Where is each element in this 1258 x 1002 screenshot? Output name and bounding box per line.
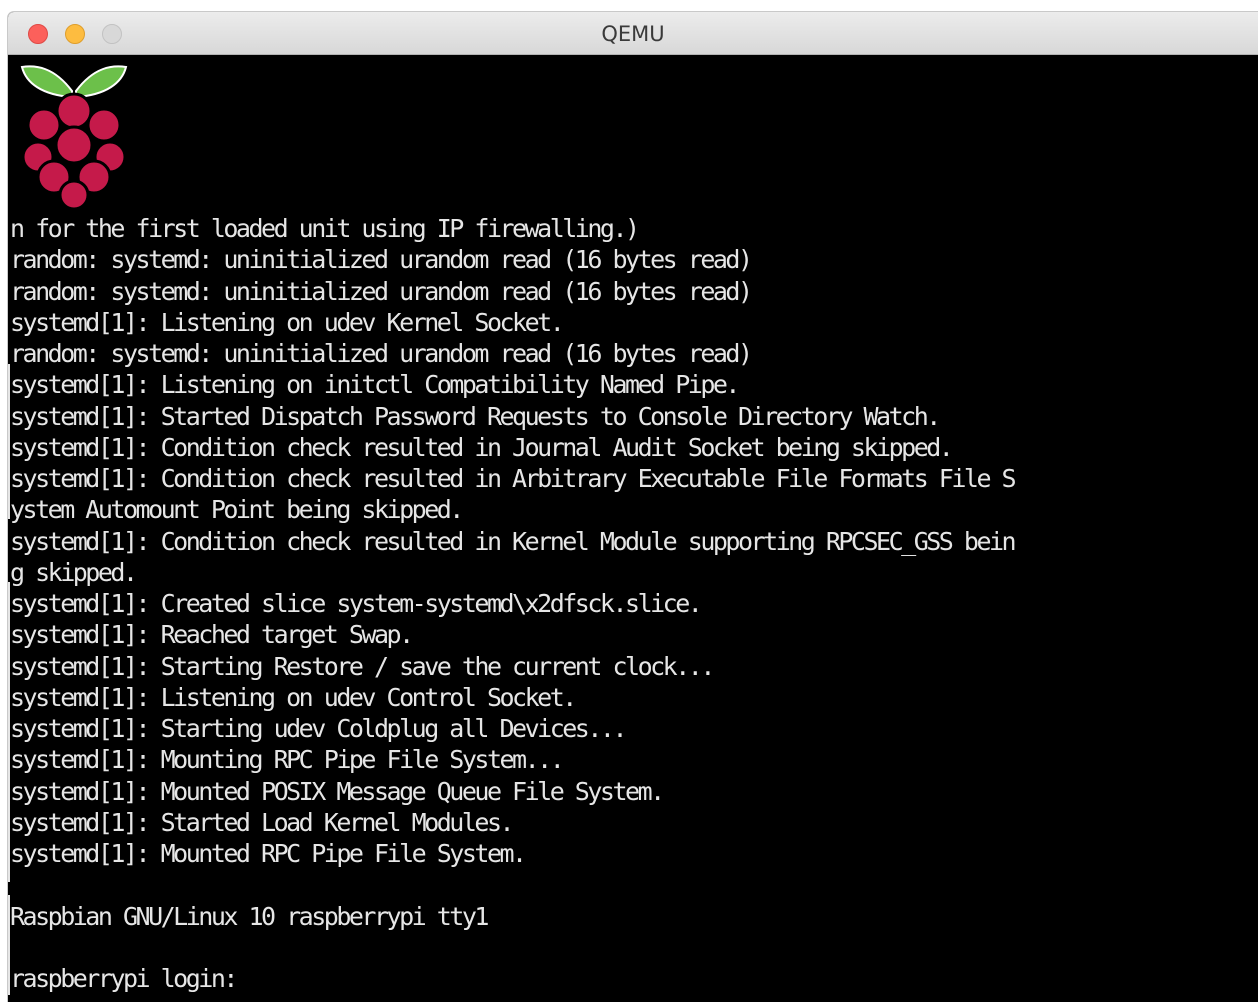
console-line: systemd[1]: Started Dispatch Password Re…: [10, 401, 941, 431]
console-line: systemd[1]: Created slice system-systemd…: [10, 589, 703, 618]
console-line: systemd[1]: Condition check resulted in …: [10, 464, 1017, 493]
console-line: systemd[1]: Listening on udev Kernel Soc…: [10, 307, 565, 337]
terminal-screen[interactable]: n for the first loaded unit using IP fir…: [8, 55, 1258, 1002]
console-line: random: systemd: uninitialized urandom r…: [10, 245, 753, 275]
qemu-window: QEMU n for the first loaded unit using I…: [8, 12, 1258, 1002]
console-line: systemd[1]: Listening on initctl Compati…: [10, 370, 740, 400]
raspberry-pi-logo: [20, 65, 128, 209]
console-line: ystem Automount Point being skipped.: [10, 495, 464, 525]
console-output: n for the first loaded unit using IP fir…: [10, 213, 1017, 994]
console-line: systemd[1]: Starting Restore / save the …: [10, 651, 715, 681]
console-line: random: systemd: uninitialized urandom r…: [10, 276, 753, 306]
console-line: systemd[1]: Mounting RPC Pipe File Syste…: [10, 745, 565, 775]
console-line: g skipped.: [10, 557, 138, 587]
title-bar[interactable]: QEMU: [8, 12, 1258, 55]
console-line: systemd[1]: Listening on udev Control So…: [10, 682, 577, 712]
left-edge-marker: [8, 582, 10, 882]
console-line: Raspbian GNU/Linux 10 raspberrypi tty1: [10, 901, 489, 931]
raspberry-leaf-right: [75, 65, 128, 99]
left-edge-marker: [8, 895, 10, 995]
login-prompt[interactable]: raspberrypi login:: [10, 963, 1014, 994]
console-line: systemd[1]: Reached target Swap.: [10, 620, 414, 650]
console-line: systemd[1]: Mounted POSIX Message Queue …: [10, 776, 665, 806]
left-edge-marker: [8, 364, 10, 519]
console-line: systemd[1]: Mounted RPC Pipe File System…: [10, 839, 527, 868]
console-line: systemd[1]: Condition check resulted in …: [10, 432, 954, 462]
console-line: systemd[1]: Starting udev Coldplug all D…: [10, 714, 628, 743]
raspberry-leaf-left: [20, 65, 73, 99]
console-line: systemd[1]: Started Load Kernel Modules.: [10, 807, 515, 837]
console-line: random: systemd: uninitialized urandom r…: [10, 339, 753, 368]
console-line: systemd[1]: Condition check resulted in …: [10, 526, 1017, 556]
window-title: QEMU: [601, 22, 665, 46]
console-line: n for the first loaded unit using IP fir…: [10, 214, 640, 243]
